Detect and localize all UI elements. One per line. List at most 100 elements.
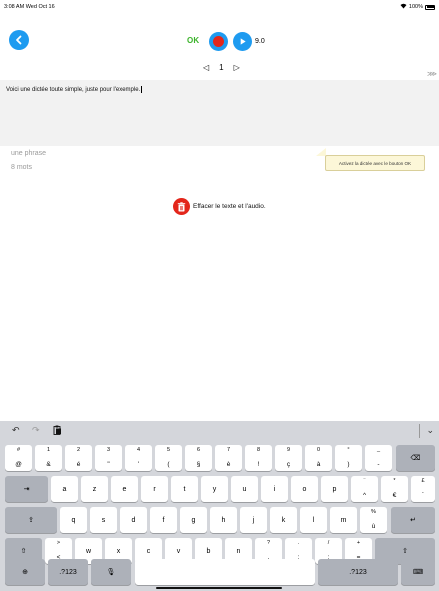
key[interactable]: 7è <box>215 445 242 471</box>
key-label: w <box>85 547 92 555</box>
key[interactable]: h <box>210 507 237 533</box>
key[interactable]: q <box>60 507 87 533</box>
battery-icon <box>425 4 435 10</box>
key[interactable]: 9ç <box>275 445 302 471</box>
prev-page-button[interactable]: ◁ <box>203 63 209 72</box>
key[interactable]: u <box>231 476 258 502</box>
key-label: h <box>221 516 226 524</box>
key-top: # <box>16 447 21 453</box>
key[interactable]: r <box>141 476 168 502</box>
key-top: _ <box>376 447 381 453</box>
duration-value: 9.0 <box>255 38 265 45</box>
key[interactable]: g <box>180 507 207 533</box>
record-button[interactable] <box>209 32 228 51</box>
shift-icon: ⇧ <box>402 548 408 555</box>
key[interactable]: j <box>240 507 267 533</box>
ok-button[interactable]: OK <box>187 36 199 45</box>
key-bottom: " <box>107 460 110 468</box>
key[interactable]: £ ` <box>411 476 435 502</box>
hint-tooltip: Activez la dictée avec le bouton OK <box>325 155 425 171</box>
key-top: 0 <box>316 447 321 453</box>
globe-key[interactable]: ⊕ <box>5 559 45 585</box>
key[interactable]: e <box>111 476 138 502</box>
key-top: 1 <box>46 447 51 453</box>
key[interactable]: t <box>171 476 198 502</box>
key-label: .?123 <box>59 568 77 576</box>
keyboard-icon: ⌨ <box>412 569 424 576</box>
keyboard-dismiss-key[interactable]: ⌨ <box>401 559 435 585</box>
key[interactable]: 2é <box>65 445 92 471</box>
key-label: a <box>62 485 67 493</box>
key[interactable]: ¨ ^ <box>351 476 378 502</box>
key[interactable]: # @ <box>5 445 32 471</box>
key[interactable]: p <box>321 476 348 502</box>
back-button[interactable] <box>9 30 29 50</box>
key-top: / <box>327 540 330 546</box>
key[interactable]: l <box>300 507 327 533</box>
key-bottom: à <box>316 460 321 468</box>
key-label: i <box>273 485 276 493</box>
key-label: k <box>281 516 286 524</box>
key[interactable]: y <box>201 476 228 502</box>
key[interactable]: 6 § <box>185 445 212 471</box>
key[interactable]: _ - <box>365 445 392 471</box>
key[interactable]: m <box>330 507 357 533</box>
return-icon: ↵ <box>410 517 416 524</box>
key[interactable]: k <box>270 507 297 533</box>
clear-button[interactable] <box>173 198 190 215</box>
key[interactable]: 3 " <box>95 445 122 471</box>
hide-keyboard-chevron-icon[interactable]: ⌄ <box>426 425 434 436</box>
key-bottom: § <box>196 460 201 468</box>
key-bottom: ` <box>421 491 425 499</box>
key[interactable]: d <box>120 507 147 533</box>
key[interactable]: °) <box>335 445 362 471</box>
key[interactable]: % ù <box>360 507 387 533</box>
key-label: y <box>212 485 217 493</box>
editor-text: Voici une dictée toute simple, juste pou… <box>6 87 141 94</box>
toolbar-divider <box>419 424 420 438</box>
key-bottom: ! <box>257 460 260 468</box>
battery-percent: 100% <box>408 4 423 10</box>
key[interactable]: 0à <box>305 445 332 471</box>
key[interactable]: a <box>51 476 78 502</box>
wifi-icon <box>400 3 407 11</box>
key-label: f <box>162 516 165 524</box>
delete-key[interactable]: ⌫ <box>396 445 435 471</box>
key-bottom: ) <box>347 460 350 468</box>
key-top: 2 <box>76 447 81 453</box>
key[interactable]: 4 ' <box>125 445 152 471</box>
key[interactable]: i <box>261 476 288 502</box>
key[interactable]: * € <box>381 476 408 502</box>
key[interactable]: 5( <box>155 445 182 471</box>
key-bottom: @ <box>15 460 22 468</box>
key-label: l <box>312 516 315 524</box>
caps-lock-key[interactable]: ⇪ <box>5 507 57 533</box>
key-bottom: & <box>46 460 51 468</box>
paste-icon[interactable] <box>53 425 62 437</box>
space-key[interactable] <box>135 559 315 585</box>
page-number: 1 <box>219 63 224 72</box>
undo-icon[interactable]: ↶ <box>12 425 20 436</box>
redo-icon[interactable]: ↷ <box>32 425 40 436</box>
key-label: r <box>153 485 156 493</box>
resize-handle-icon[interactable]: ⋙ <box>427 70 437 78</box>
key[interactable]: z <box>81 476 108 502</box>
numbers-key-right[interactable]: .?123 <box>318 559 398 585</box>
key[interactable]: 1 & <box>35 445 62 471</box>
numbers-key-left[interactable]: .?123 <box>48 559 88 585</box>
key-bottom: ^ <box>362 491 367 499</box>
key-label: o <box>302 485 307 493</box>
play-button[interactable] <box>233 32 252 51</box>
clear-row[interactable]: Effacer le texte et l'audio. <box>173 198 266 215</box>
key[interactable]: o <box>291 476 318 502</box>
key[interactable]: 8! <box>245 445 272 471</box>
key-top: * <box>393 478 396 484</box>
tab-key[interactable]: ⇥ <box>5 476 48 502</box>
key[interactable]: f <box>150 507 177 533</box>
next-page-button[interactable]: ▷ <box>234 63 240 72</box>
key[interactable]: s <box>90 507 117 533</box>
return-key[interactable]: ↵ <box>391 507 435 533</box>
dictation-key[interactable]: 🎙 <box>91 559 131 585</box>
key-label: z <box>92 485 97 493</box>
dictation-text-area[interactable]: Voici une dictée toute simple, juste pou… <box>0 80 439 146</box>
